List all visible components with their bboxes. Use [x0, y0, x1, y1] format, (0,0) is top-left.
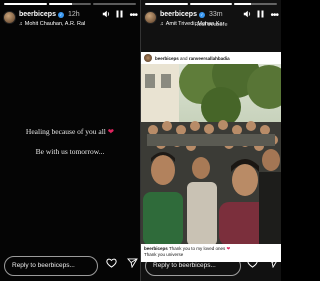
pause-icon[interactable] [116, 10, 123, 21]
pause-icon[interactable] [257, 10, 264, 21]
story-caption: Real treasure [194, 22, 228, 28]
send-icon[interactable] [126, 258, 138, 272]
progress-segment [189, 3, 233, 5]
speaker-icon[interactable] [102, 10, 110, 21]
speaker-icon[interactable] [243, 10, 251, 21]
reply-actions [106, 258, 138, 272]
progress-segment [48, 3, 92, 5]
story-panel-right[interactable]: beerbiceps ✓ 33m ♫ Amit Trivedi, Mohan K… [141, 0, 281, 281]
tag-connector: and [180, 55, 188, 61]
post-time: 33m [208, 11, 223, 18]
progress-segment [145, 3, 188, 5]
story-text: Healing because of you all [25, 127, 106, 136]
tagged-user[interactable]: ranveersallahbadia [189, 56, 230, 61]
verified-badge-icon: ✓ [198, 11, 205, 18]
heart-emoji-icon: ❤ [107, 127, 115, 136]
avatar[interactable] [3, 11, 16, 24]
story-text-line-2: Be with us tomorrow... [35, 147, 105, 156]
progress-fill [48, 3, 73, 5]
progress-segment [4, 3, 47, 5]
progress-fill [145, 3, 188, 5]
story-progress [145, 3, 278, 5]
reply-input[interactable]: Reply to beerbiceps... [4, 256, 98, 276]
progress-segment [234, 3, 278, 5]
tagged-user[interactable]: beerbiceps [155, 56, 179, 61]
music-info[interactable]: Mohit Chauhan, A.R. Ral [25, 20, 86, 28]
story-controls: ••• [102, 10, 138, 21]
group-photo [141, 52, 281, 246]
more-icon[interactable]: ••• [270, 10, 278, 21]
story-meta: beerbiceps ✓ 12h ♫ Mohit Chauhan, A.R. R… [19, 10, 100, 28]
reshared-comment: beerbiceps Thank you to my loved ones ❤ … [141, 244, 281, 262]
story-header: beerbiceps ✓ 12h ♫ Mohit Chauhan, A.R. R… [3, 10, 138, 34]
post-time: 12h [67, 11, 80, 18]
more-icon[interactable]: ••• [129, 10, 137, 21]
comment-username[interactable]: beerbiceps [144, 246, 168, 251]
heart-icon[interactable] [106, 258, 117, 272]
progress-fill [189, 3, 233, 5]
username[interactable]: beerbiceps [160, 10, 197, 19]
story-text-line-1: Healing because of you all ❤ [0, 127, 140, 136]
progress-fill [234, 3, 252, 5]
story-controls: ••• [243, 10, 279, 21]
music-note-icon: ♫ [19, 21, 23, 27]
progress-fill [4, 3, 47, 5]
reshare-header[interactable]: beerbiceps and ranveersallahbadia [141, 52, 281, 64]
story-progress [4, 3, 137, 5]
comment-text-2: Thank you universe [144, 252, 184, 257]
username[interactable]: beerbiceps [19, 10, 56, 19]
heart-emoji-icon: ❤ [226, 246, 231, 251]
comment-text: Thank you to my loved ones [168, 246, 226, 251]
avatar [144, 54, 152, 62]
progress-segment [93, 3, 137, 5]
story-panel-left[interactable]: beerbiceps ✓ 12h ♫ Mohit Chauhan, A.R. R… [0, 0, 140, 281]
verified-badge-icon: ✓ [57, 11, 64, 18]
